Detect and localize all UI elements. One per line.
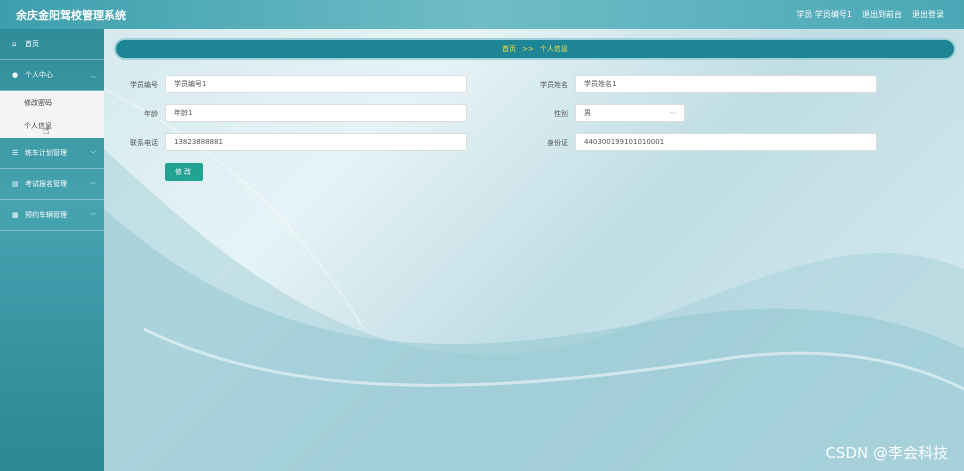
phone-label: 联系电话 — [130, 139, 158, 147]
top-bar: 余庆金阳驾校管理系统 学员 学员编号1 退出到前台 退出登录 — [0, 0, 964, 29]
sidebar: ⌂ 首页 ● 个人中心 ︿ 修改密码 个人信息 ☰ 练车计划管理 ﹀ ▤ 考试报… — [0, 29, 104, 471]
student-no-field[interactable]: 学员编号1 — [165, 75, 467, 93]
top-user-area: 学员 学员编号1 退出到前台 退出登录 — [796, 9, 944, 20]
age-label: 年龄 — [144, 110, 158, 118]
sidebar-item-exam-registration[interactable]: ▤ 考试报名管理 ﹀ — [0, 169, 104, 200]
sidebar-item-practice-plan[interactable]: ☰ 练车计划管理 ﹀ — [0, 138, 104, 169]
chevron-down-icon: ﹀ — [89, 213, 96, 220]
id-card-field[interactable]: 440300199101010001 — [575, 133, 877, 151]
user-role: 学员 — [796, 10, 813, 19]
phone-field[interactable]: 13823888881 — [165, 133, 467, 151]
sidebar-item-personal-center[interactable]: ● 个人中心 ︿ — [0, 60, 104, 91]
breadcrumb-current: 个人信息 — [539, 45, 568, 53]
sidebar-item-label: 个人中心 — [25, 71, 53, 79]
id-card-label: 身份证 — [547, 139, 568, 147]
chevron-down-icon: ﹀ — [669, 112, 676, 119]
breadcrumb-home[interactable]: 首页 — [502, 44, 516, 54]
breadcrumb-separator: >> — [522, 45, 534, 53]
sidebar-item-vehicle-booking[interactable]: ▦ 预约车辆管理 ﹀ — [0, 200, 104, 231]
gender-select[interactable]: 男 ﹀ — [575, 104, 685, 122]
sidebar-item-home[interactable]: ⌂ 首页 — [0, 29, 104, 60]
chevron-up-icon: ︿ — [89, 73, 96, 80]
student-no-label: 学员编号 — [130, 81, 158, 89]
gender-label: 性别 — [554, 110, 568, 118]
gender-select-value: 男 — [584, 109, 591, 117]
grid-icon: ▦ — [12, 211, 19, 219]
user-name: 学员编号1 — [814, 10, 852, 19]
chevron-down-icon: ﹀ — [89, 182, 96, 189]
age-field[interactable]: 年龄1 — [165, 104, 467, 122]
student-name-field[interactable]: 学员姓名1 — [575, 75, 877, 93]
background-ribbon-art — [104, 88, 964, 471]
submenu-item-personal-info[interactable]: 个人信息 — [0, 114, 104, 137]
personal-center-submenu: 修改密码 个人信息 — [0, 91, 104, 138]
breadcrumb: 首页 >> 个人信息 — [114, 38, 956, 60]
watermark: CSDN @李会科技 — [825, 444, 948, 462]
chevron-down-icon: ﹀ — [89, 151, 96, 158]
logout-link[interactable]: 退出登录 — [912, 9, 944, 20]
list-icon: ☰ — [12, 149, 19, 157]
home-icon: ⌂ — [12, 40, 17, 48]
user-icon: ● — [12, 71, 19, 79]
submenu-item-change-password[interactable]: 修改密码 — [0, 91, 104, 114]
mouse-cursor-icon: ☝ — [43, 124, 50, 137]
student-name-label: 学员姓名 — [540, 81, 568, 89]
sidebar-item-label: 练车计划管理 — [25, 149, 67, 157]
document-icon: ▤ — [12, 180, 19, 188]
sidebar-item-label: 预约车辆管理 — [25, 211, 67, 219]
modify-button[interactable]: 修改 — [165, 163, 203, 181]
app-title: 余庆金阳驾校管理系统 — [16, 9, 126, 22]
back-to-frontend-link[interactable]: 退出到前台 — [862, 9, 902, 20]
sidebar-item-label: 首页 — [25, 40, 39, 48]
sidebar-item-label: 考试报名管理 — [25, 180, 67, 188]
